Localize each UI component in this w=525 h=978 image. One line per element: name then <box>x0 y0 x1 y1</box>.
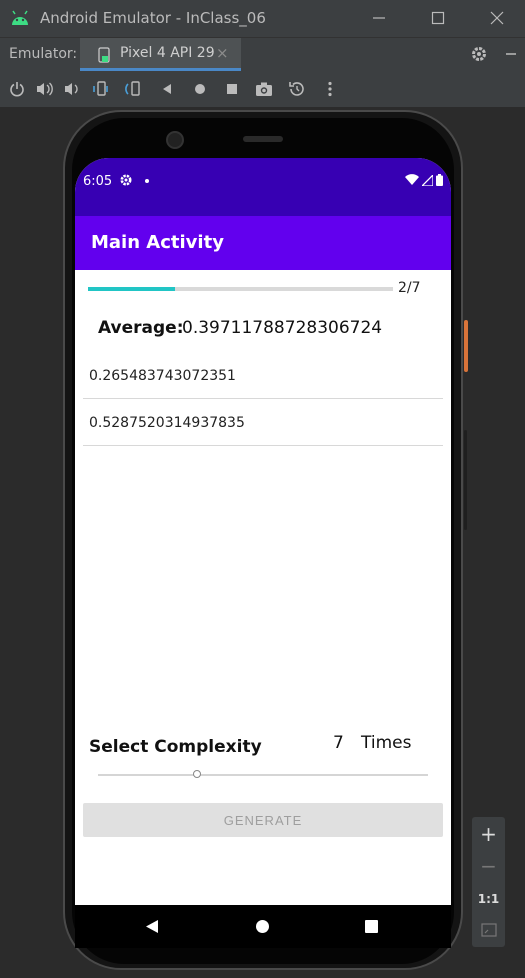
snapshot-button[interactable] <box>287 79 307 99</box>
tab-close-icon[interactable]: × <box>216 44 229 62</box>
volume-down-button[interactable] <box>62 79 82 99</box>
fit-screen-icon <box>480 923 497 937</box>
volume-side-button[interactable] <box>464 430 467 530</box>
rotate-left-icon <box>93 81 108 96</box>
tab-pixel-4[interactable]: Pixel 4 API 29 × <box>80 38 241 71</box>
list-item[interactable]: 0.265483743072351 <box>83 352 443 399</box>
emulator-label: Emulator: <box>9 46 78 62</box>
device-icon <box>98 47 110 63</box>
volume-up-button[interactable] <box>35 79 55 99</box>
list-item[interactable]: 0.5287520314937835 <box>83 399 443 446</box>
zoom-out-button[interactable]: − <box>472 851 505 881</box>
wifi-icon <box>405 174 419 185</box>
notification-dot <box>145 179 149 183</box>
close-button[interactable] <box>483 6 511 30</box>
back-button[interactable] <box>157 79 177 99</box>
progress-text: 2/7 <box>398 280 421 296</box>
minimize-button[interactable] <box>365 6 393 30</box>
zoom-panel: + − 1:1 <box>472 817 505 947</box>
status-bar: 6:05 <box>75 158 451 216</box>
overview-button[interactable] <box>222 79 242 99</box>
battery-icon <box>436 174 443 186</box>
maximize-icon <box>431 11 445 25</box>
rotate-right-icon <box>125 81 140 96</box>
status-time: 6:05 <box>83 174 113 189</box>
progress-bar <box>88 287 393 291</box>
minimize-panel-button[interactable] <box>504 45 518 67</box>
zoom-ratio-button[interactable]: 1:1 <box>472 884 505 914</box>
home-icon <box>195 84 205 94</box>
volume-up-icon <box>37 82 53 96</box>
status-icons <box>405 174 443 186</box>
complexity-count: 7 <box>333 733 344 753</box>
more-button[interactable] <box>320 79 340 99</box>
tab-label: Pixel 4 API 29 <box>120 45 215 61</box>
overview-icon <box>227 84 237 94</box>
app-title: Main Activity <box>91 232 224 253</box>
complexity-slider[interactable] <box>98 774 428 776</box>
nav-recents-icon[interactable] <box>365 920 378 933</box>
tab-bar: Emulator: Pixel 4 API 29 × <box>0 37 525 71</box>
list-item-value: 0.5287520314937835 <box>89 415 245 431</box>
zoom-in-button[interactable]: + <box>472 819 505 849</box>
power-button[interactable] <box>7 79 27 99</box>
emulator-toolbar <box>0 71 525 108</box>
home-button[interactable] <box>190 79 210 99</box>
nav-back-icon[interactable] <box>145 919 159 934</box>
earpiece-speaker <box>243 136 283 142</box>
slider-thumb[interactable] <box>193 770 201 778</box>
minimize-icon <box>373 17 385 19</box>
progress-fill <box>88 287 176 291</box>
settings-notification-icon <box>120 174 132 186</box>
nav-home-icon[interactable] <box>256 920 269 933</box>
complexity-unit: Times <box>361 733 412 753</box>
camera-icon <box>256 82 272 96</box>
settings-button[interactable] <box>470 45 488 67</box>
complexity-label: Select Complexity <box>89 737 262 757</box>
average-value: 0.39711788728306724 <box>182 318 383 338</box>
maximize-button[interactable] <box>424 6 452 30</box>
average-label: Average: <box>98 318 184 338</box>
power-icon <box>10 82 24 97</box>
zoom-fit-button[interactable] <box>472 915 505 945</box>
volume-down-icon <box>65 83 78 95</box>
navigation-bar <box>75 905 451 948</box>
close-icon <box>490 11 504 25</box>
generate-label: GENERATE <box>223 813 303 828</box>
back-icon <box>163 84 171 94</box>
title-bar: Android Emulator - InClass_06 <box>0 0 525 37</box>
screenshot-button[interactable] <box>254 79 274 99</box>
window-title: Android Emulator - InClass_06 <box>40 9 266 27</box>
device-screen: 6:05 Main Activity 2/7 Average: 0.397117… <box>75 158 451 948</box>
rotate-left-button[interactable] <box>91 79 111 99</box>
minus-icon <box>506 53 516 55</box>
rotate-right-button[interactable] <box>124 79 144 99</box>
signal-icon <box>422 174 433 186</box>
list-item-value: 0.265483743072351 <box>89 368 236 384</box>
app-bar: Main Activity <box>75 216 451 270</box>
more-icon <box>328 81 332 97</box>
gear-icon <box>472 47 486 61</box>
numbers-list: 0.265483743072351 0.5287520314937835 <box>83 352 443 446</box>
generate-button[interactable]: GENERATE <box>83 803 443 837</box>
snapshot-icon <box>289 82 304 96</box>
front-camera <box>166 131 184 149</box>
android-icon <box>12 10 28 25</box>
power-side-button[interactable] <box>464 320 468 372</box>
